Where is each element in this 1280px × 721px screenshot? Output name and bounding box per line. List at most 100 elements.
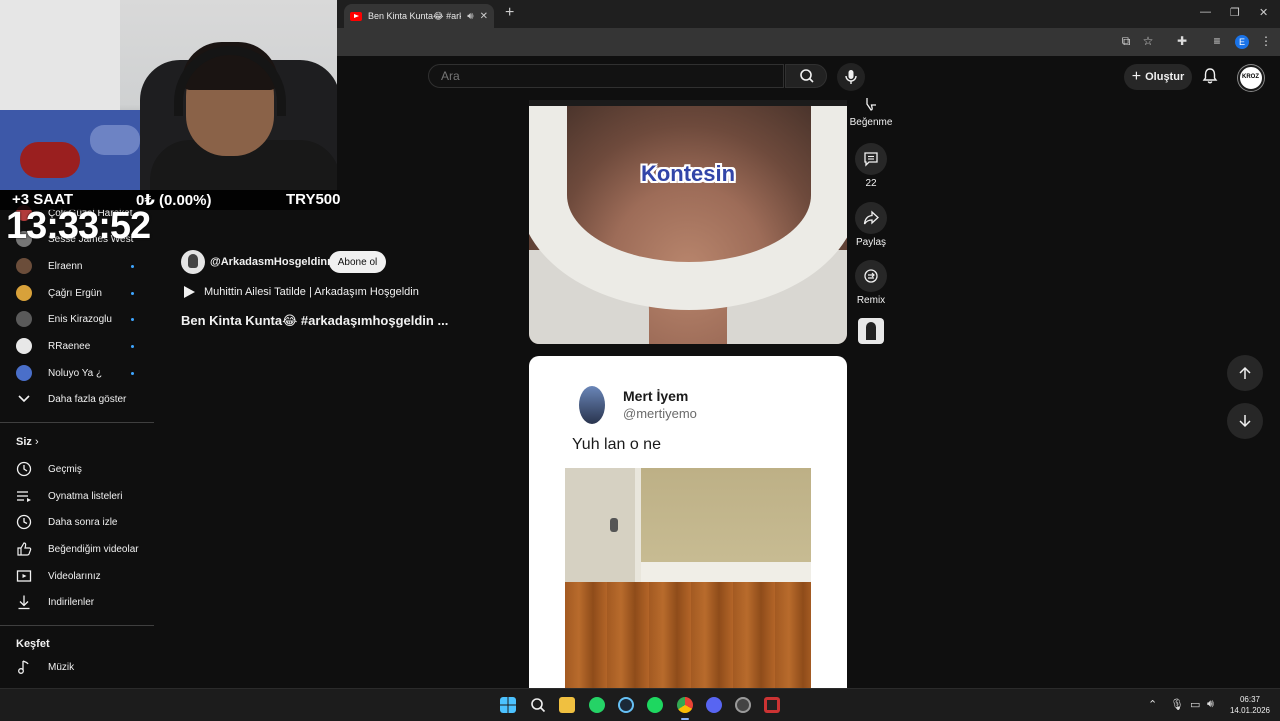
show-more-button[interactable]: Daha fazla göster [0,386,154,412]
channel-pivot-thumbnail[interactable] [858,318,884,344]
playlist-link[interactable]: Muhittin Ailesi Tatilde | Arkadaşım Hoşg… [181,286,419,298]
sidebar-item-downloads[interactable]: İndirilenler [0,589,154,615]
bookmark-star-icon[interactable]: ☆ [1141,34,1155,48]
voice-search-button[interactable] [837,63,865,91]
sidebar-subscription-rraenee[interactable]: RRaenee [0,333,154,359]
short-title[interactable]: Ben Kinta Kunta😂 #arkadaşımhoşgeldin ... [181,313,448,329]
steam-icon[interactable] [618,697,634,713]
close-window-icon[interactable]: ✕ [1259,6,1268,19]
search-box [428,64,784,88]
spotify-icon[interactable] [647,697,663,713]
new-content-dot [131,371,134,375]
thumbs-down-icon [855,96,887,114]
tray-overflow-icon[interactable]: ⌃ [1148,698,1157,711]
search-input[interactable] [439,68,783,84]
channel-avatar[interactable] [181,250,205,274]
sidebar-subscription-noluyo-ya[interactable]: Noluyo Ya ¿ [0,360,154,386]
taskbar-clock[interactable]: 06:37 14.01.2026 [1226,694,1274,716]
sidebar-item-label: Daha sonra izle [48,516,118,528]
browser-profile-avatar[interactable]: E [1235,35,1249,49]
windows-start-icon[interactable] [500,697,516,713]
sidebar-item-playlists[interactable]: Oynatma listeleri [0,483,154,509]
browser-tab-active[interactable]: Ben Kinta Kunta😂 #arkada 🔊︎ ✕ [344,4,494,28]
taskbar-date: 14.01.2026 [1229,706,1271,715]
volume-icon[interactable]: 🔊︎ [1207,698,1214,711]
discord-icon[interactable] [706,697,722,713]
media-controls-icon[interactable]: ≡ [1210,34,1224,48]
play-icon [184,286,195,298]
mic-icon [845,70,857,84]
webcam-overlay [0,0,337,190]
minimize-icon[interactable]: — [1200,6,1211,18]
chevron-down-icon [16,391,32,407]
thumbs-up-icon [16,541,32,557]
network-icon[interactable]: ▭ [1190,698,1200,711]
streaming-app-icon[interactable] [764,697,780,713]
sidebar-item-music[interactable]: Müzik [0,654,154,680]
music-note-icon [16,659,32,675]
sidebar-item-label: Oynatma listeleri [48,490,123,502]
new-content-dot [131,264,134,268]
history-icon [16,461,32,477]
youtube-favicon-icon [350,11,362,21]
sidebar-subscription-elraenn[interactable]: Elraenn [0,253,154,279]
extensions-icon[interactable]: ✚ [1175,34,1189,48]
new-content-dot [131,344,134,348]
browser-menu-icon[interactable]: ⋮ [1259,34,1273,48]
account-avatar[interactable] [1238,65,1264,91]
new-tab-button[interactable]: + [505,4,514,22]
you-section-heading[interactable]: Siz › [16,436,39,448]
channel-name[interactable]: @ArkadasmHosgeldinn [210,256,334,268]
browser-tab-bar: Ben Kinta Kunta😂 #arkada 🔊︎ ✕ + — ❐ ✕ [337,0,1280,28]
channel-avatar [16,285,32,301]
sidebar-subscription-enis-kirazoglu[interactable]: Enis Kirazoglu [0,306,154,332]
arrow-up-icon [1239,366,1251,379]
sidebar-item-label: Enis Kirazoglu [48,313,112,325]
plus-icon: + [1131,68,1142,85]
comments-button[interactable]: 22 [848,143,894,189]
remix-icon [855,260,887,292]
microphone-tray-icon[interactable]: 🎙︎ [1170,698,1184,711]
next-short-video[interactable]: Mert İyem @mertiyemo Yuh lan o ne [529,356,847,688]
speaker-icon[interactable]: 🔊︎ [467,11,473,22]
previous-short-button[interactable] [1227,355,1263,391]
sidebar-item-label: İndirilenler [48,596,95,608]
short-video-player[interactable]: Kontesin [529,100,847,344]
share-button[interactable]: Paylaş [848,202,894,248]
remix-label: Remix [856,295,886,306]
restore-icon[interactable]: ❐ [1230,6,1240,19]
tweet-author-name: Mert İyem [623,388,689,404]
sidebar-item-watch-later[interactable]: Daha sonra izle [0,509,154,535]
playlist-label: Muhittin Ailesi Tatilde | Arkadaşım Hoşg… [204,286,419,298]
browser-toolbar: ⧉ ☆ ✚ ≡ E ⋮ [337,28,1280,56]
dislike-button[interactable]: Beğenme [848,96,894,128]
your-videos-icon [16,568,32,584]
sidebar-subscription-cagri-ergun[interactable]: Çağrı Ergün [0,280,154,306]
channel-avatar [16,338,32,354]
show-more-label: Daha fazla göster [48,393,127,405]
file-explorer-icon[interactable] [559,697,575,713]
tweet-avatar [579,386,605,424]
sidebar-item-your-videos[interactable]: Videolarınız [0,563,154,589]
search-button[interactable] [785,64,827,88]
next-short-button[interactable] [1227,403,1263,439]
close-tab-icon[interactable]: ✕ [480,11,488,22]
sidebar-item-history[interactable]: Geçmiş [0,456,154,482]
new-content-dot [131,317,134,321]
subscribe-button[interactable]: Abone ol [329,251,386,273]
app-icon[interactable] [735,697,751,713]
search-icon[interactable] [530,697,546,713]
sidebar-item-label: Müzik [48,661,75,673]
create-button[interactable]: + Oluştur [1124,64,1192,90]
taskbar-time: 06:37 [1239,695,1261,704]
notifications-bell-icon[interactable] [1201,67,1219,85]
remix-button[interactable]: Remix [848,260,894,306]
whatsapp-icon[interactable] [589,697,605,713]
install-app-icon[interactable]: ⧉ [1119,34,1133,48]
sidebar-item-liked-videos[interactable]: Beğendiğim videolar [0,536,154,562]
stream-clock: 13:33:52 [6,205,151,247]
chrome-icon[interactable] [677,697,693,713]
sidebar-item-label: Çağrı Ergün [48,287,102,299]
video-caption: Kontesin [640,161,736,186]
dislike-label: Beğenme [849,117,893,128]
